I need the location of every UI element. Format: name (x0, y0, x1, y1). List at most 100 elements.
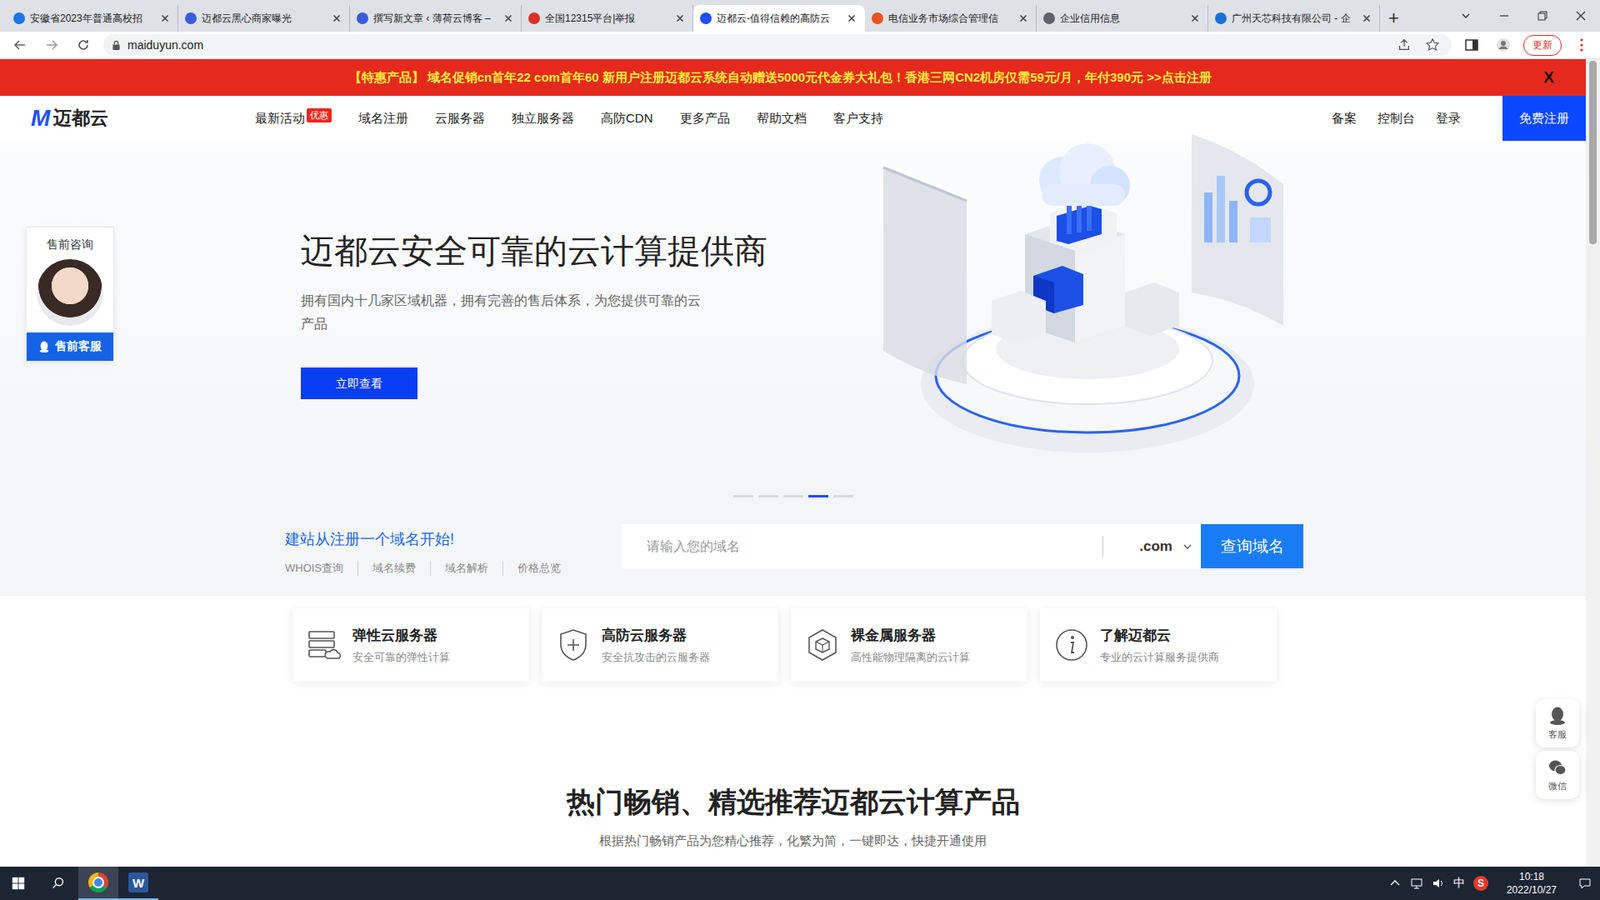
close-icon[interactable] (1189, 12, 1201, 25)
domain-link[interactable]: 域名解析 (430, 560, 503, 576)
feature-card[interactable]: 高防云服务器安全抗攻击的云服务器 (541, 608, 779, 682)
page-scrollbar[interactable] (1585, 59, 1600, 867)
close-icon[interactable] (330, 12, 343, 25)
promo-banner[interactable]: 【特惠产品】 域名促销cn首年22 com首年60 新用户注册迈都云系统自动赠送… (0, 59, 1586, 96)
browser-tab[interactable]: 全国12315平台|举报 (521, 5, 694, 32)
domain-link[interactable]: WHOIS查询 (285, 560, 358, 576)
chrome-icon (88, 872, 109, 893)
suffix-select[interactable]: .com (1102, 524, 1201, 569)
nav-item[interactable]: 客户支持 (833, 110, 884, 127)
nav-item[interactable]: 独立服务器 (511, 110, 575, 127)
tab-title: 企业信用信息 (1060, 11, 1185, 26)
windows-start-icon[interactable] (0, 875, 39, 891)
sogou-icon[interactable]: S (1473, 875, 1489, 891)
clock[interactable]: 10:182022/10/27 (1496, 870, 1567, 897)
browser-tab[interactable]: 电信业务市场综合管理信 (865, 5, 1037, 32)
header-link[interactable]: 控制台 (1377, 110, 1415, 127)
browser-tab[interactable]: 广州天芯科技有限公司 - 企 (1208, 5, 1380, 32)
tab-strip: 安徽省2023年普通高校招 迈都云黑心商家曝光撰写新文章 ‹ 薄荷云博客 –全国1… (0, 0, 1600, 32)
carousel-dot[interactable] (733, 495, 754, 498)
forward-icon[interactable] (40, 36, 64, 54)
site-logo[interactable]: M迈都云 (30, 105, 255, 132)
browser-tab[interactable]: 撰写新文章 ‹ 薄荷云博客 – (350, 5, 522, 32)
side-panel-icon[interactable] (1460, 36, 1484, 54)
header-link[interactable]: 备案 (1331, 110, 1357, 127)
carousel-dot[interactable] (783, 495, 804, 498)
reload-icon[interactable] (71, 36, 95, 54)
close-icon[interactable] (1360, 12, 1373, 25)
close-icon[interactable] (845, 12, 858, 25)
domain-link[interactable]: 域名续费 (357, 560, 430, 576)
address-bar[interactable]: maiduyun.com (103, 34, 1452, 56)
floating-contact-button[interactable]: 客服 (1535, 699, 1580, 748)
browser-tab[interactable]: 安徽省2023年普通高校招 (6, 5, 179, 32)
floating-contact-bar: 客服微信 (1535, 699, 1580, 800)
share-icon[interactable] (1393, 37, 1415, 53)
menu-dots-icon[interactable] (1570, 36, 1594, 54)
presales-service-button[interactable]: 售前客服 (26, 332, 114, 361)
close-icon[interactable] (674, 12, 686, 25)
browser-tab[interactable]: 迈都云-值得信赖的高防云 (693, 5, 865, 32)
carousel-dot[interactable] (758, 495, 779, 498)
favicon-icon (1043, 12, 1055, 25)
tab-search-icon[interactable] (1446, 9, 1485, 23)
close-icon[interactable] (502, 12, 515, 25)
browser-toolbar: maiduyun.com 更新 (0, 31, 1600, 60)
banner-close-button[interactable]: X (1543, 68, 1555, 87)
word-icon: W (128, 872, 149, 893)
tab-title: 广州天芯科技有限公司 - 企 (1231, 11, 1356, 26)
scrollbar-thumb[interactable] (1589, 60, 1597, 245)
nav-item[interactable]: 域名注册 (358, 110, 409, 127)
tab-title: 安徽省2023年普通高校招 (30, 11, 155, 26)
volume-icon[interactable] (1431, 876, 1445, 890)
domain-link[interactable]: 价格总览 (502, 560, 575, 576)
minimize-icon[interactable] (1485, 9, 1524, 23)
feature-card[interactable]: 裸金属服务器高性能物理隔离的云计算 (790, 608, 1028, 682)
taskbar-app[interactable] (78, 866, 119, 900)
back-icon[interactable] (8, 36, 32, 54)
profile-icon[interactable] (1491, 36, 1515, 54)
show-hidden-icon[interactable] (1388, 876, 1402, 890)
page-viewport: 【特惠产品】 域名促销cn首年22 com首年60 新用户注册迈都云系统自动赠送… (0, 59, 1600, 867)
taskbar-app[interactable]: W (118, 866, 159, 900)
promo-text[interactable]: 【特惠产品】 域名促销cn首年22 com首年60 新用户注册迈都云系统自动赠送… (0, 70, 1527, 86)
header-link[interactable]: 登录 (1435, 110, 1461, 127)
nav-item[interactable]: 高防CDN (600, 110, 654, 127)
floating-contact-button[interactable]: 微信 (1535, 750, 1580, 800)
bookmark-star-icon[interactable] (1421, 37, 1444, 53)
update-button[interactable]: 更新 (1523, 35, 1562, 56)
domain-input[interactable] (621, 524, 1103, 569)
presales-consult-card[interactable]: 售前咨询售前客服 (25, 226, 115, 362)
close-icon[interactable] (159, 12, 171, 25)
close-icon[interactable] (1017, 12, 1030, 25)
feature-card[interactable]: 了解迈都云专业的云计算服务提供商 (1040, 608, 1277, 682)
input-method-indicator[interactable]: 中 (1453, 875, 1465, 891)
nav-item[interactable]: 云服务器 (435, 110, 485, 127)
notification-icon[interactable] (1578, 876, 1592, 890)
network-icon[interactable] (1410, 876, 1424, 890)
new-tab-button[interactable]: + (1380, 5, 1408, 32)
products-section: 热门畅销、精选推荐迈都云计算产品根据热门畅销产品为您精心推荐，化繁为简，一键即达… (0, 783, 1586, 850)
favicon-icon (185, 12, 197, 25)
browser-tab[interactable]: 企业信用信息 (1036, 5, 1209, 32)
favicon-icon (871, 12, 884, 25)
close-window-icon[interactable] (1561, 9, 1600, 23)
clock-date: 2022/10/27 (1506, 883, 1557, 897)
carousel-dot[interactable] (808, 495, 829, 498)
nav-item[interactable]: 最新活动优惠 (255, 110, 332, 127)
restore-icon[interactable] (1523, 9, 1562, 23)
view-now-button[interactable]: 立即查看 (300, 367, 418, 400)
browser-tab[interactable]: 迈都云黑心商家曝光 (178, 5, 350, 32)
domain-links: WHOIS查询域名续费域名解析价格总览 (285, 560, 605, 576)
register-button[interactable]: 免费注册 (1502, 95, 1586, 141)
clock-time: 10:18 (1519, 870, 1545, 884)
carousel-dot[interactable] (833, 495, 854, 498)
chevron-down-icon (1182, 541, 1193, 552)
nav-item[interactable]: 更多产品 (680, 110, 730, 127)
search-icon[interactable] (38, 875, 79, 891)
nav-item[interactable]: 帮助文档 (756, 110, 807, 127)
search-domain-button[interactable]: 查询域名 (1200, 524, 1304, 569)
feature-card[interactable]: 弹性云服务器安全可靠的弹性计算 (292, 608, 530, 682)
carousel-indicators (0, 495, 1586, 498)
lock-icon (111, 40, 121, 51)
